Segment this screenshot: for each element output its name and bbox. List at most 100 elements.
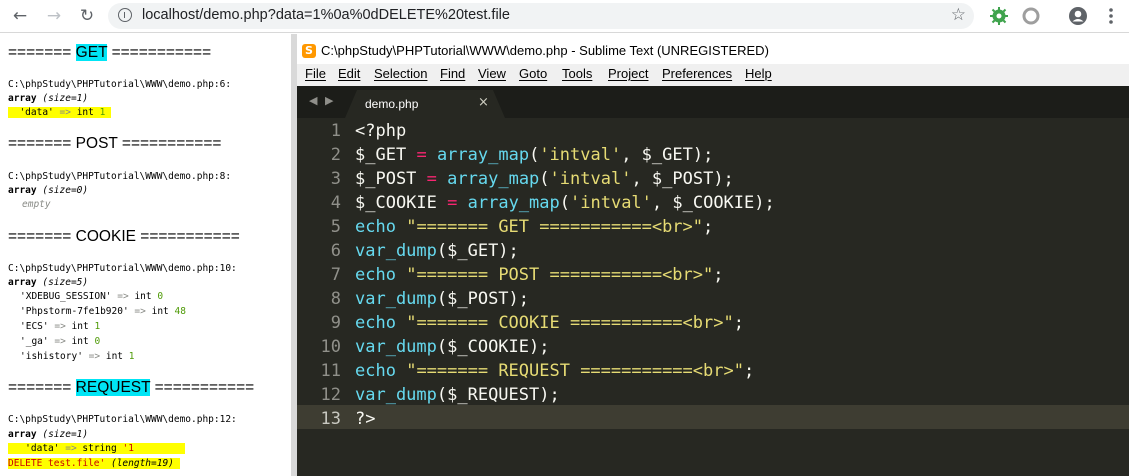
post-dump-type: array (size=0): [8, 185, 88, 197]
code-rest: ;: [743, 361, 755, 381]
cookie-entry-key: 'Phpstorm-7fe1b920': [20, 306, 129, 317]
cookie-entry-value: 48: [174, 306, 186, 317]
post-empty: empty: [22, 199, 51, 210]
list-item: '_ga' => int 0: [20, 336, 100, 348]
code-var: $_POST: [355, 169, 417, 189]
get-type: array: [8, 93, 37, 104]
code-rest: ($_COOKIE);: [436, 337, 550, 357]
page-output: ======= GET =========== C:\phpStudy\PHPT…: [0, 34, 291, 476]
get-dump-path: C:\phpStudy\PHPTutorial\WWW\demo.php:6:: [8, 79, 232, 90]
cookie-entry-type: int: [105, 351, 124, 362]
sublime-window: S C:\phpStudy\PHPTutorial\WWW\demo.php -…: [297, 38, 1129, 476]
forward-icon[interactable]: →: [43, 5, 65, 27]
code-var: $_COOKIE: [355, 193, 437, 213]
code-fn: var_dump: [355, 385, 437, 405]
cookie-entry-arrow: =>: [88, 351, 101, 362]
code-line: $_COOKIE = array_map('intval', $_COOKIE)…: [355, 193, 775, 213]
menu-view[interactable]: View: [478, 66, 506, 81]
code-op: =: [426, 169, 437, 189]
get-size: (size=1): [42, 93, 89, 104]
reload-icon[interactable]: ↻: [76, 5, 98, 27]
get-header-prefix: =======: [8, 44, 76, 61]
line-number: 7: [330, 265, 341, 285]
line-number: 8: [330, 289, 341, 309]
code-rest: ;: [733, 313, 744, 333]
menu-project[interactable]: Project: [608, 66, 648, 81]
tab-bar: ◀ ▶ demo.php ×: [297, 86, 1129, 118]
line-number: 11: [320, 361, 341, 381]
cookie-entry-arrow: =>: [117, 291, 129, 302]
browser-toolbar: ← → ↻ localhost/demo.php?data=1%0a%0dDEL…: [0, 0, 1129, 33]
cookie-size: (size=5): [42, 277, 89, 288]
line-number: 3: [330, 169, 341, 189]
post-dump-empty: empty: [22, 199, 51, 211]
request-entry-arrow: =>: [65, 443, 77, 454]
cookie-entry-type: int: [71, 321, 89, 332]
code-var: $_GET: [355, 145, 407, 165]
cookie-entry-value: 0: [94, 336, 101, 347]
get-header-suffix: ===========: [107, 44, 212, 61]
code-editor[interactable]: 1 2 3 4 5 6 7 8 9 10 11 12 13 <?php $_GE…: [297, 118, 1129, 476]
code-line: echo "======= REQUEST ===========<br>";: [355, 361, 754, 381]
post-dump-path: C:\phpStudy\PHPTutorial\WWW\demo.php:8:: [8, 171, 232, 182]
cookie-entry-key: 'ECS': [20, 321, 49, 332]
get-entry-key: 'data': [19, 107, 54, 118]
request-entry-length: (length=19): [110, 458, 174, 469]
menu-selection[interactable]: Selection: [374, 66, 427, 81]
request-header-prefix: =======: [8, 379, 76, 396]
code-punct: (: [559, 193, 571, 213]
line-number: 5: [330, 217, 341, 237]
code-line: echo "======= COOKIE ===========<br>";: [355, 313, 744, 333]
line-number: 9: [330, 313, 341, 333]
extension-bug-icon[interactable]: [989, 6, 1009, 26]
post-header: ======= POST ===========: [8, 135, 222, 152]
bookmark-star-icon[interactable]: ☆: [951, 5, 966, 25]
code-line: var_dump($_GET);: [355, 241, 519, 261]
menu-help[interactable]: Help: [745, 66, 772, 81]
tab-scroll-arrows-icon[interactable]: ◀ ▶: [309, 94, 335, 107]
code-fn: var_dump: [355, 289, 437, 309]
cookie-dump-path: C:\phpStudy\PHPTutorial\WWW\demo.php:10:: [8, 263, 237, 274]
tab-demo-php[interactable]: demo.php ×: [345, 90, 505, 118]
list-item: 'ECS' => int 1: [20, 321, 100, 333]
code-rest: , $_GET);: [621, 145, 714, 165]
code-keyword: echo: [355, 265, 396, 285]
code-punct: (: [529, 145, 540, 165]
post-size: (size=0): [42, 185, 89, 196]
code-rest: ($_REQUEST);: [436, 385, 560, 405]
line-number: 6: [330, 241, 341, 261]
close-icon[interactable]: ×: [478, 95, 489, 110]
browser-menu-icon[interactable]: [1101, 6, 1121, 26]
code-fn: array_map: [447, 169, 540, 189]
menu-goto[interactable]: Goto: [519, 66, 547, 81]
request-dump-path: C:\phpStudy\PHPTutorial\WWW\demo.php:12:: [8, 414, 237, 425]
code-rest: ;: [703, 217, 714, 237]
code-line: $_GET = array_map('intval', $_GET);: [355, 145, 713, 165]
cookie-entry-arrow: =>: [54, 321, 66, 332]
menu-edit[interactable]: Edit: [338, 66, 360, 81]
code-line: var_dump($_COOKIE);: [355, 337, 549, 357]
request-entry-value-line1: '1: [122, 443, 134, 454]
menu-find[interactable]: Find: [440, 66, 465, 81]
account-avatar-icon[interactable]: [1068, 6, 1088, 26]
menu-preferences[interactable]: Preferences: [662, 66, 732, 81]
code-line: echo "======= POST ===========<br>";: [355, 265, 724, 285]
cookie-entry-value: 1: [94, 321, 101, 332]
code-rest: , $_POST);: [631, 169, 734, 189]
cookie-entry-key: 'XDEBUG_SESSION': [20, 291, 112, 302]
request-entry-key: 'data': [25, 443, 60, 454]
menu-tools[interactable]: Tools: [562, 66, 592, 81]
get-header: ======= GET ===========: [8, 44, 211, 62]
get-entry-type: int: [76, 107, 94, 118]
menu-file[interactable]: File: [305, 66, 326, 81]
current-line-highlight: [297, 405, 1129, 429]
back-icon[interactable]: ←: [9, 5, 31, 27]
code-op: =: [416, 145, 427, 165]
code-line: <?php: [355, 121, 407, 141]
extension-circle-icon[interactable]: [1021, 6, 1041, 26]
address-bar[interactable]: localhost/demo.php?data=1%0a%0dDELETE%20…: [108, 3, 974, 29]
cookie-entry-type: int: [134, 291, 152, 302]
url-text[interactable]: localhost/demo.php?data=1%0a%0dDELETE%20…: [142, 7, 510, 23]
code-fn: array_map: [467, 193, 560, 213]
info-icon[interactable]: [118, 8, 132, 22]
